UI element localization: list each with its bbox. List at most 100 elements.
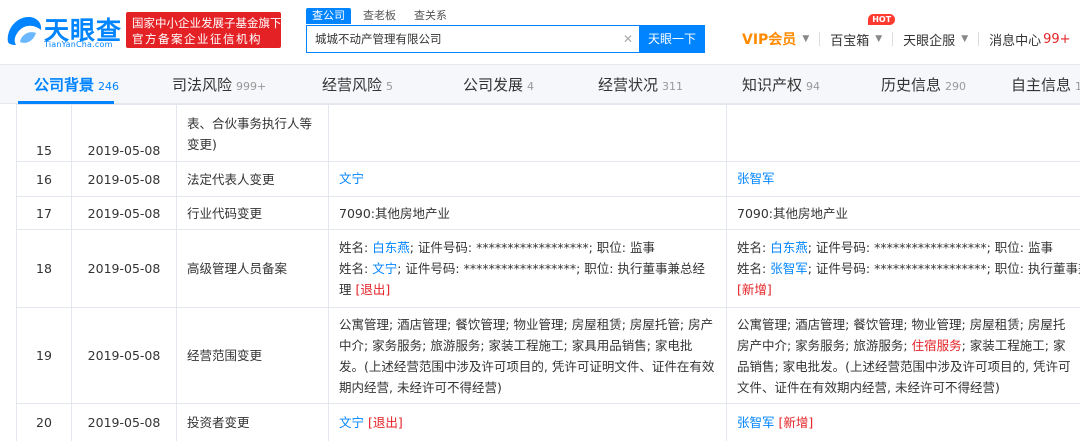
highlight-added: 住宿服务 <box>911 337 962 353</box>
site-logo[interactable]: 天眼查 TianYanCha.com <box>4 8 122 52</box>
row-index: 18 <box>16 229 72 308</box>
person-link[interactable]: 张智军 <box>737 171 775 186</box>
tab-count: 4 <box>527 80 535 93</box>
logo-icon <box>7 16 42 45</box>
new-tag: [新增] <box>778 415 814 430</box>
person-link[interactable]: 白东燕 <box>372 240 410 255</box>
search-type-tabs: 查公司 查老板 查关系 <box>306 8 459 24</box>
row-before: 姓名: 白东燕; 证件号码: ******************; 职位: 监… <box>328 229 727 308</box>
row-before: 公寓管理; 酒店管理; 餐饮管理; 物业管理; 房屋租赁; 房屋托管; 房产中介… <box>328 307 727 404</box>
row-date: 2019-05-08 <box>71 104 177 162</box>
divider <box>978 32 980 46</box>
row-before <box>328 104 727 162</box>
tab-count: 5 <box>386 80 394 93</box>
search-button[interactable]: 天眼一下 <box>639 25 705 53</box>
caret-down-icon: ▼ <box>961 34 969 44</box>
person-entry: 姓名: 张智军; 证件号码: ******************; 职位: 执… <box>737 261 1080 276</box>
row-change-item: 高级管理人员备案 <box>176 229 329 308</box>
tab-count: 311 <box>662 80 684 93</box>
table-row: 18 2019-05-08 高级管理人员备案 姓名: 白东燕; 证件号码: **… <box>16 229 1080 308</box>
caret-down-icon: ▼ <box>802 34 810 44</box>
search-tab-boss[interactable]: 查老板 <box>357 8 402 24</box>
tab-history-info[interactable]: 历史信息 290 <box>881 65 966 105</box>
divider <box>819 32 821 46</box>
gov-badge: 国家中小企业发展子基金旗下 官方备案企业征信机构 <box>126 12 282 48</box>
table-row: 19 2019-05-08 经营范围变更 公寓管理; 酒店管理; 餐饮管理; 物… <box>16 307 1080 404</box>
row-index: 17 <box>16 196 72 230</box>
tab-company-development[interactable]: 公司发展 4 <box>463 65 534 105</box>
table-row: 15 2019-05-08 表、合伙事务执行人等 变更) <box>16 104 1080 162</box>
row-index: 16 <box>16 161 72 197</box>
row-date: 2019-05-08 <box>71 229 177 308</box>
search-input[interactable] <box>307 26 607 52</box>
person-link[interactable]: 文宁 <box>339 171 364 186</box>
message-center[interactable]: 消息中心 99+ <box>989 30 1070 49</box>
row-after: 张智军 <box>726 161 1080 197</box>
person-link[interactable]: 白东燕 <box>770 240 808 255</box>
tab-label: 自主信息 <box>1011 76 1072 94</box>
tab-business-status[interactable]: 经营状况 311 <box>598 65 683 105</box>
row-before: 7090:其他房地产业 <box>328 196 727 230</box>
tab-label: 公司背景 <box>34 76 95 94</box>
message-center-label: 消息中心 <box>989 33 1042 49</box>
tab-label: 公司发展 <box>463 76 524 94</box>
person-link[interactable]: 张智军 <box>737 415 775 430</box>
row-date: 2019-05-08 <box>71 161 177 197</box>
table-row: 20 2019-05-08 投资者变更 文宁 [退出] 张智军 [新增] <box>16 403 1080 441</box>
gov-badge-line1: 国家中小企业发展子基金旗下 <box>132 16 282 30</box>
row-index: 15 <box>16 104 72 162</box>
tab-self-info[interactable]: 自主信息12 <box>1011 65 1080 105</box>
top-nav: VIP会员 ▼ HOT 百宝箱 ▼ 天眼企服 ▼ 消息中心 99+ <box>742 13 1071 49</box>
table-row: 17 2019-05-08 行业代码变更 7090:其他房地产业 7090:其他… <box>16 196 1080 230</box>
tab-company-background[interactable]: 公司背景 246 <box>34 65 119 105</box>
tab-label: 历史信息 <box>881 76 942 94</box>
exit-tag: [退出] <box>368 415 403 430</box>
tab-label: 经营风险 <box>322 76 383 94</box>
logo-domain: TianYanCha.com <box>44 40 113 49</box>
vip-menu[interactable]: VIP会员 ▼ <box>742 29 809 49</box>
hot-badge: HOT <box>868 13 896 25</box>
person-entry: 姓名: 文宁; 证件号码: ******************; 职位: 执行… <box>339 261 705 297</box>
person-entry: 姓名: 白东燕; 证件号码: ******************; 职位: 监… <box>737 240 1053 255</box>
search-tab-company[interactable]: 查公司 <box>306 8 351 24</box>
tab-count: 999+ <box>236 80 267 93</box>
row-index: 20 <box>16 403 72 441</box>
row-date: 2019-05-08 <box>71 307 177 404</box>
row-date: 2019-05-08 <box>71 196 177 230</box>
tab-judicial-risk[interactable]: 司法风险 999+ <box>172 65 266 105</box>
vip-label: VIP会员 <box>742 32 797 48</box>
row-change-item: 经营范围变更 <box>176 307 329 404</box>
person-link[interactable]: 张智军 <box>770 261 808 276</box>
person-link[interactable]: 文宁 <box>339 415 364 430</box>
row-after: 姓名: 白东燕; 证件号码: ******************; 职位: 监… <box>726 229 1080 308</box>
row-after: 7090:其他房地产业 <box>726 196 1080 230</box>
enterprise-menu[interactable]: 天眼企服 ▼ <box>903 30 968 49</box>
tab-count: 94 <box>806 80 821 93</box>
gov-badge-line2: 官方备案企业征信机构 <box>132 32 262 46</box>
row-after <box>726 104 1080 162</box>
treasure-menu[interactable]: HOT 百宝箱 ▼ <box>830 13 896 49</box>
row-after: 公寓管理; 酒店管理; 餐饮管理; 物业管理; 房屋租赁; 房屋托 房产中介; … <box>726 307 1080 404</box>
tab-count: 290 <box>945 80 967 93</box>
clear-icon[interactable]: ✕ <box>623 32 633 46</box>
tab-label: 知识产权 <box>742 76 803 94</box>
row-before: 文宁 <box>328 161 727 197</box>
person-entry: [新增] <box>737 279 1080 300</box>
tab-label: 经营状况 <box>598 76 659 94</box>
message-count-badge: 99+ <box>1043 31 1071 47</box>
tab-intellectual-property[interactable]: 知识产权 94 <box>742 65 820 105</box>
person-link[interactable]: 文宁 <box>372 261 397 276</box>
row-before: 文宁 [退出] <box>328 403 727 441</box>
treasure-label: 百宝箱 <box>830 33 870 49</box>
change-records-table: 15 2019-05-08 表、合伙事务执行人等 变更) 16 2019-05-… <box>16 104 1080 441</box>
row-change-item: 表、合伙事务执行人等 变更) <box>176 104 329 162</box>
row-change-item: 投资者变更 <box>176 403 329 441</box>
tab-operation-risk[interactable]: 经营风险 5 <box>322 65 393 105</box>
search-tab-relation[interactable]: 查关系 <box>408 8 453 24</box>
tab-count: 246 <box>98 80 120 93</box>
tab-count: 12 <box>1075 80 1080 93</box>
top-header: 天眼查 TianYanCha.com 国家中小企业发展子基金旗下 官方备案企业征… <box>0 0 1080 64</box>
exit-tag: [退出] <box>355 282 391 297</box>
search-box: ✕ <box>306 25 639 53</box>
caret-down-icon: ▼ <box>875 34 883 44</box>
